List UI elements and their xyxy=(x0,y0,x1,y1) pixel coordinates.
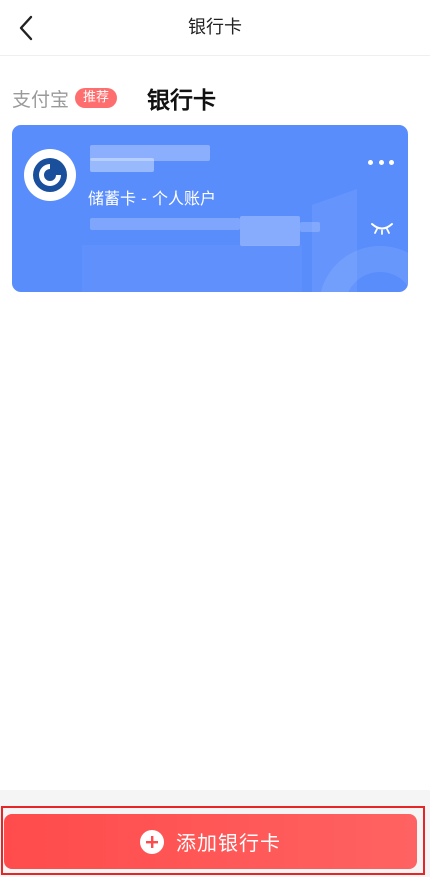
plus-circle-icon xyxy=(140,829,164,854)
card-type-label: 储蓄卡 - 个人账户 xyxy=(88,189,216,208)
masked-bank-name xyxy=(90,158,154,172)
tab-alipay[interactable]: 支付宝 推荐 xyxy=(12,85,118,112)
tab-alipay-label: 支付宝 xyxy=(12,88,70,111)
masked-card-number xyxy=(240,216,300,246)
page: 银行卡 支付宝 推荐 银行卡 储蓄卡 - 个人账户 添加银行卡 xyxy=(0,0,430,877)
bank-logo-icon xyxy=(24,149,76,201)
tabs: 支付宝 推荐 银行卡 xyxy=(12,80,216,116)
page-title: 银行卡 xyxy=(188,17,242,38)
masked-card-number xyxy=(90,218,240,230)
tab-bank-card[interactable]: 银行卡 xyxy=(147,81,216,115)
dot xyxy=(378,159,384,165)
add-bank-card-button[interactable]: 添加银行卡 xyxy=(4,814,417,869)
nav-bar: 银行卡 xyxy=(0,0,430,56)
more-dots-icon[interactable] xyxy=(368,155,394,169)
bank-card[interactable]: 储蓄卡 - 个人账户 xyxy=(12,125,408,292)
dot xyxy=(389,159,394,165)
eye-closed-icon[interactable] xyxy=(370,221,394,235)
dot xyxy=(368,159,373,165)
masked-card-number xyxy=(300,222,320,232)
recommend-badge: 推荐 xyxy=(75,88,118,108)
add-bank-card-label: 添加银行卡 xyxy=(176,831,281,855)
